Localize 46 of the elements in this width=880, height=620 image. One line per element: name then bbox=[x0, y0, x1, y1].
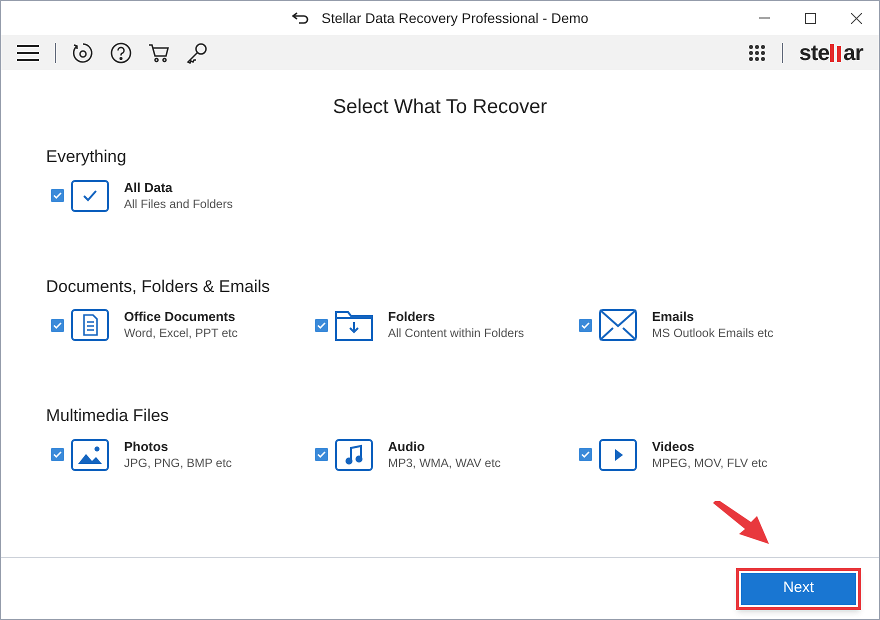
image-icon bbox=[71, 438, 109, 470]
checkbox[interactable] bbox=[51, 189, 64, 202]
back-arrow-icon bbox=[292, 12, 310, 24]
section-title: Multimedia Files bbox=[46, 405, 169, 427]
checkbox[interactable] bbox=[315, 448, 328, 461]
option-description: JPG, PNG, BMP etc bbox=[124, 454, 232, 470]
window-title: Stellar Data Recovery Professional - Demo bbox=[322, 8, 588, 28]
folder-icon bbox=[335, 309, 373, 341]
key-icon[interactable] bbox=[186, 42, 208, 64]
option-title: Photos bbox=[124, 438, 170, 454]
play-icon bbox=[599, 438, 637, 470]
checkmark-tile-icon bbox=[71, 180, 109, 212]
music-note-icon bbox=[335, 438, 373, 470]
option-description: All Files and Folders bbox=[124, 196, 233, 212]
recovery-disc-icon[interactable] bbox=[72, 42, 94, 64]
option-title: Videos bbox=[652, 438, 696, 454]
section-title: Everything bbox=[46, 146, 126, 168]
option-description: Word, Excel, PPT etc bbox=[124, 325, 238, 341]
option-title: Office Documents bbox=[124, 309, 236, 325]
page-heading: Select What To Recover bbox=[332, 95, 548, 120]
next-button[interactable]: Next bbox=[741, 572, 856, 604]
option-title: All Data bbox=[124, 180, 174, 196]
checkbox[interactable] bbox=[51, 448, 64, 461]
help-icon[interactable] bbox=[110, 42, 132, 64]
menu-icon[interactable] bbox=[17, 44, 39, 60]
option-description: MP3, WMA, WAV etc bbox=[388, 454, 501, 470]
section-title: Documents, Folders & Emails bbox=[46, 276, 270, 298]
document-icon bbox=[71, 309, 109, 341]
option-title: Folders bbox=[388, 309, 436, 325]
maximize-icon bbox=[804, 12, 816, 24]
close-icon bbox=[850, 12, 862, 24]
checkbox[interactable] bbox=[51, 318, 64, 332]
apps-grid-icon[interactable] bbox=[748, 44, 766, 62]
option-title: Emails bbox=[652, 309, 695, 325]
pointer-arrow bbox=[711, 501, 771, 546]
option-description: All Content within Folders bbox=[388, 325, 524, 341]
stellar-logo: ste ar bbox=[799, 39, 863, 67]
checkbox[interactable] bbox=[579, 318, 592, 332]
checkbox[interactable] bbox=[315, 318, 328, 332]
minimize-icon bbox=[758, 17, 770, 19]
option-description: MPEG, MOV, FLV etc bbox=[652, 454, 768, 470]
cart-icon[interactable] bbox=[148, 42, 170, 64]
checkbox[interactable] bbox=[579, 448, 592, 461]
envelope-icon bbox=[599, 309, 637, 341]
option-title: Audio bbox=[388, 438, 426, 454]
option-description: MS Outlook Emails etc bbox=[652, 325, 774, 341]
